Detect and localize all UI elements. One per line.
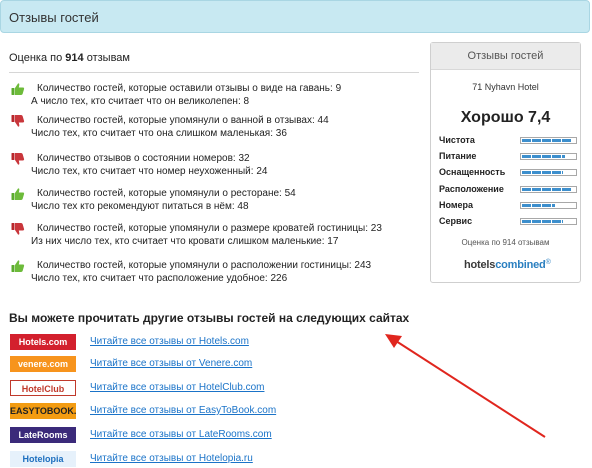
review-opinion-text: Число тех, кто считает что номер неухоже… bbox=[31, 166, 268, 177]
criteria-row: Расположение bbox=[439, 184, 579, 198]
partner-logo: LateRooms bbox=[10, 427, 76, 443]
rating-prefix: Оценка по bbox=[9, 52, 63, 64]
partner-reviews-link[interactable]: Читайте все отзывы от Hotelopia.ru bbox=[90, 453, 253, 464]
criteria-row: Номера bbox=[439, 200, 579, 214]
partner-logo: Hotels.com bbox=[10, 334, 76, 350]
thumbs-down-icon bbox=[11, 222, 25, 236]
rating-panel: Отзывы гостей 71 Nyhavn Hotel Хорошо 7,4… bbox=[430, 42, 581, 283]
criteria-label: Расположение bbox=[439, 183, 504, 194]
review-opinion-text: Число тех кто рекомендуют питаться в нём… bbox=[31, 201, 249, 212]
partner-logo: venere.com bbox=[10, 356, 76, 372]
review-opinion-text: А число тех, кто считает что он великоле… bbox=[31, 96, 250, 107]
review-opinion-text: Число тех, кто считает что расположение … bbox=[31, 273, 288, 284]
partner-logo: Hotelopia bbox=[10, 451, 76, 467]
criteria-label: Номера bbox=[439, 199, 474, 210]
divider bbox=[9, 72, 419, 73]
criteria-bar bbox=[520, 185, 577, 193]
partner-site-row: LateRooms Читайте все отзывы от LateRooms… bbox=[10, 427, 310, 443]
review-opinion-text: Число тех, кто считает что она слишком м… bbox=[31, 128, 287, 139]
criteria-bar-fill bbox=[522, 171, 563, 175]
panel-review-count: Оценка по 914 отзывам bbox=[461, 238, 550, 247]
panel-score: Хорошо 7,4 bbox=[460, 109, 551, 126]
rating-count: 914 bbox=[65, 52, 84, 64]
partner-reviews-link[interactable]: Читайте все отзывы от Hotels.com bbox=[90, 336, 249, 347]
criteria-bar-fill bbox=[522, 155, 565, 159]
thumbs-up-icon bbox=[11, 82, 25, 96]
partner-site-row: EASYTOBOOK.COM Читайте все отзывы от Easy… bbox=[10, 403, 310, 419]
partner-reviews-link[interactable]: Читайте все отзывы от LateRooms.com bbox=[90, 429, 272, 440]
criteria-bar bbox=[520, 153, 577, 161]
partner-logo: EASYTOBOOK.COM bbox=[10, 403, 76, 419]
criteria-bar bbox=[520, 218, 577, 225]
section-title: Отзывы гостей bbox=[9, 10, 99, 25]
criteria-row: Сервис bbox=[439, 216, 579, 230]
criteria-bar bbox=[520, 137, 577, 144]
criteria-bar bbox=[520, 169, 577, 177]
rating-suffix: отзывам bbox=[86, 52, 130, 64]
partner-site-row: Hotels.com Читайте все отзывы от Hotels.c… bbox=[10, 334, 310, 350]
review-mentions-text: Количество гостей, которые упомянули о в… bbox=[37, 115, 329, 126]
partner-site-row: Hotelopia Читайте все отзывы от Hotelopia… bbox=[10, 451, 310, 467]
other-sites-title: Вы можете прочитать другие отзывы гостей… bbox=[9, 311, 410, 325]
partner-site-row: HotelClub Читайте все отзывы от HotelClub… bbox=[10, 380, 310, 396]
criteria-bar bbox=[520, 201, 577, 209]
criteria-row: Питание bbox=[439, 151, 579, 165]
review-mentions-text: Количество гостей, которые упомянули о р… bbox=[37, 223, 382, 234]
panel-hotel-name: 71 Nyhavn Hotel bbox=[472, 82, 539, 92]
criteria-bar-fill bbox=[522, 220, 563, 223]
partner-reviews-link[interactable]: Читайте все отзывы от EasyToBook.com bbox=[90, 405, 276, 416]
review-mentions-text: Количество гостей, которые упомянули о р… bbox=[37, 260, 372, 271]
thumbs-down-icon bbox=[11, 152, 25, 166]
criteria-row: Оснащенность bbox=[439, 167, 579, 181]
criteria-bar-fill bbox=[522, 139, 572, 142]
panel-title: Отзывы гостей bbox=[431, 43, 580, 70]
criteria-label: Питание bbox=[439, 151, 477, 162]
review-mentions-text: Количество отзывов о состоянии номеров: … bbox=[37, 153, 250, 164]
review-mentions-text: Количество гостей, которые оставили отзы… bbox=[37, 83, 342, 94]
partner-logo: HotelClub bbox=[10, 380, 76, 396]
thumbs-up-icon bbox=[11, 187, 25, 201]
criteria-label: Чистота bbox=[439, 135, 475, 145]
criteria-row: Чистота bbox=[439, 135, 579, 149]
criteria-bar-fill bbox=[522, 203, 555, 207]
thumbs-down-icon bbox=[11, 114, 25, 128]
rating-summary: Оценка по 914 отзывам bbox=[9, 52, 130, 64]
partner-reviews-link[interactable]: Читайте все отзывы от HotelClub.com bbox=[90, 382, 264, 393]
partner-site-row: venere.com Читайте все отзывы от Venere.c… bbox=[10, 356, 310, 372]
criteria-label: Оснащенность bbox=[439, 167, 506, 178]
criteria-label: Сервис bbox=[439, 216, 473, 226]
thumbs-up-icon bbox=[11, 259, 25, 273]
partner-reviews-link[interactable]: Читайте все отзывы от Venere.com bbox=[90, 358, 252, 369]
review-mentions-text: Количество гостей, которые упомянули о р… bbox=[37, 188, 296, 199]
section-header: Отзывы гостей bbox=[0, 0, 590, 33]
review-opinion-text: Из них число тех, кто считает что кроват… bbox=[31, 236, 339, 247]
hotelscombined-logo[interactable]: hotelscombined® bbox=[464, 259, 551, 271]
criteria-bar-fill bbox=[522, 187, 571, 191]
